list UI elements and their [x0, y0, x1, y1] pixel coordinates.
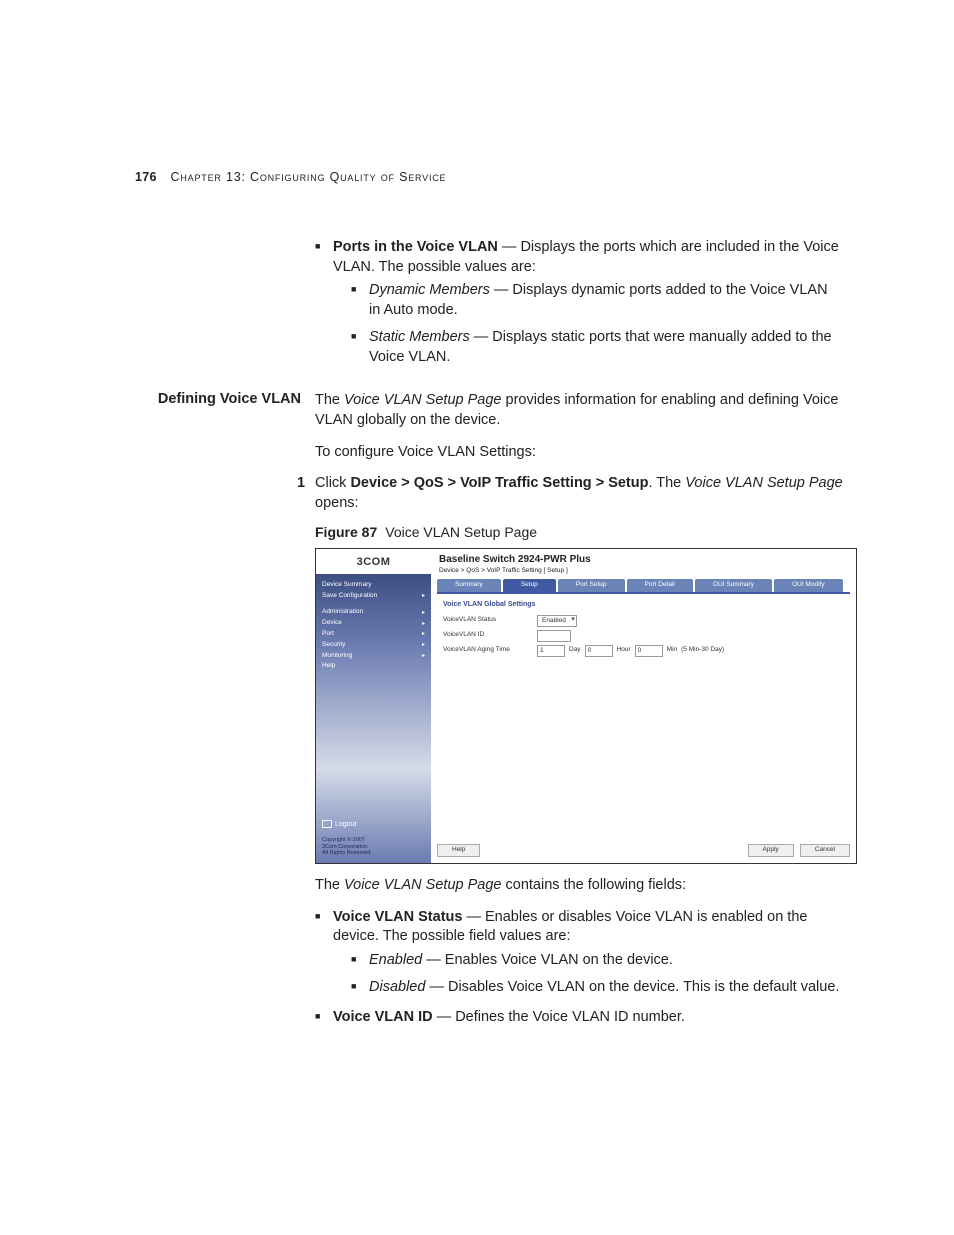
body-text: — Defines the Voice VLAN ID number. [433, 1009, 685, 1025]
label-vlan-id: VoiceVLAN ID [443, 631, 533, 640]
body-text: The [315, 877, 344, 893]
body-text: To configure Voice VLAN Settings: [315, 443, 857, 463]
figure-title: Voice VLAN Setup Page [385, 524, 537, 540]
page-ref: Voice VLAN Setup Page [344, 877, 501, 893]
sidebar: 3COM Device Summary Save Configuration▸ … [316, 549, 431, 863]
page-ref: Voice VLAN Setup Page [344, 392, 501, 408]
chevron-right-icon: ▸ [422, 630, 425, 638]
sidebar-item-help[interactable]: Help [322, 661, 425, 672]
sidebar-item-device[interactable]: Device▸ [322, 618, 425, 629]
label-vlan-status: VoiceVLAN Status [443, 616, 533, 625]
chevron-right-icon: ▸ [422, 592, 425, 600]
settings-panel: Voice VLAN Global Settings VoiceVLAN Sta… [437, 592, 850, 656]
label-aging-time: VoiceVLAN Aging Time [443, 646, 533, 655]
term-static-members: Static Members [369, 329, 470, 345]
body-text: The [315, 392, 344, 408]
list-item: Static Members — Displays static ports t… [351, 328, 842, 367]
logout-icon [322, 820, 332, 828]
chevron-right-icon: ▸ [422, 652, 425, 660]
list-item: Voice VLAN Status — Enables or disables … [315, 908, 857, 998]
page-number: 176 [135, 170, 157, 184]
tab-setup[interactable]: Setup [503, 579, 556, 592]
chevron-right-icon: ▸ [422, 620, 425, 628]
breadcrumb: Device > QoS > VoIP Traffic Setting [ Se… [431, 567, 856, 580]
chapter-label: Chapter 13: Configuring Quality of Servi… [171, 170, 447, 184]
hint-aging-range: (5 Min-30 Day) [681, 646, 724, 655]
sidebar-item-monitoring[interactable]: Monitoring▸ [322, 651, 425, 662]
list-item: Disabled — Disables Voice VLAN on the de… [351, 978, 857, 998]
sidebar-item-administration[interactable]: Administration▸ [322, 607, 425, 618]
tab-bar: Summary Setup Port Setup Port Detail OUI… [431, 579, 856, 592]
list-item: Voice VLAN ID — Defines the Voice VLAN I… [315, 1008, 857, 1028]
tab-summary[interactable]: Summary [437, 579, 501, 592]
tab-port-detail[interactable]: Port Detail [627, 579, 693, 592]
body-text: . The [648, 475, 685, 491]
list-item: Dynamic Members — Displays dynamic ports… [351, 281, 842, 320]
body-text: opens: [315, 495, 359, 511]
copyright-text: Copyright © 2007 3Com Corporation. All R… [322, 837, 372, 857]
step-number: 1 [297, 474, 305, 494]
unit-hour: Hour [617, 646, 631, 655]
select-vlan-status[interactable]: Enabled [537, 615, 577, 627]
body-text: — Disables Voice VLAN on the device. Thi… [425, 979, 839, 995]
running-header: 176 Chapter 13: Configuring Quality of S… [135, 170, 842, 184]
list-item: Ports in the Voice VLAN — Displays the p… [315, 238, 842, 367]
term-disabled: Disabled [369, 979, 425, 995]
term-ports-in-voice-vlan: Ports in the Voice VLAN [333, 239, 498, 255]
figure-caption: Figure 87 Voice VLAN Setup Page [315, 523, 857, 542]
term-voice-vlan-status: Voice VLAN Status [333, 909, 462, 925]
cancel-button[interactable]: Cancel [800, 844, 850, 857]
sidebar-item-security[interactable]: Security▸ [322, 640, 425, 651]
tab-oui-modify[interactable]: OUI Modify [774, 579, 843, 592]
body-text: contains the following fields: [501, 877, 686, 893]
tab-oui-summary[interactable]: OUI Summary [695, 579, 772, 592]
tab-port-setup[interactable]: Port Setup [558, 579, 625, 592]
sidebar-item-device-summary[interactable]: Device Summary [322, 580, 425, 591]
page: 176 Chapter 13: Configuring Quality of S… [0, 0, 954, 1235]
content-area: Ports in the Voice VLAN — Displays the p… [135, 238, 842, 1051]
input-aging-min[interactable]: 0 [635, 645, 663, 657]
input-vlan-id[interactable] [537, 630, 571, 642]
logo: 3COM [316, 549, 431, 574]
sidebar-item-port[interactable]: Port▸ [322, 629, 425, 640]
chevron-right-icon: ▸ [422, 641, 425, 649]
list-item: Enabled — Enables Voice VLAN on the devi… [351, 951, 857, 971]
logout-button[interactable]: Logout [322, 820, 356, 829]
nav-path: Device > QoS > VoIP Traffic Setting > Se… [350, 475, 648, 491]
term-voice-vlan-id: Voice VLAN ID [333, 1009, 433, 1025]
input-aging-day[interactable]: 1 [537, 645, 565, 657]
apply-button[interactable]: Apply [748, 844, 794, 857]
step-1: 1 Click Device > QoS > VoIP Traffic Sett… [315, 474, 857, 513]
section-heading: Defining Voice VLAN [135, 391, 315, 407]
page-ref: Voice VLAN Setup Page [685, 475, 842, 491]
figure-label: Figure 87 [315, 524, 377, 540]
chevron-right-icon: ▸ [422, 609, 425, 617]
term-dynamic-members: Dynamic Members [369, 282, 490, 298]
main-panel: Baseline Switch 2924-PWR Plus Device > Q… [431, 549, 856, 863]
term-enabled: Enabled [369, 952, 422, 968]
body-text: Click [315, 475, 350, 491]
help-button[interactable]: Help [437, 844, 480, 857]
body-text: — Enables Voice VLAN on the device. [422, 952, 673, 968]
unit-day: Day [569, 646, 581, 655]
embedded-screenshot: 3COM Device Summary Save Configuration▸ … [315, 548, 857, 864]
panel-title: Voice VLAN Global Settings [443, 600, 844, 609]
device-title: Baseline Switch 2924-PWR Plus [431, 549, 856, 567]
unit-min: Min [667, 646, 677, 655]
input-aging-hour[interactable]: 0 [585, 645, 613, 657]
sidebar-item-save-configuration[interactable]: Save Configuration▸ [322, 591, 425, 602]
